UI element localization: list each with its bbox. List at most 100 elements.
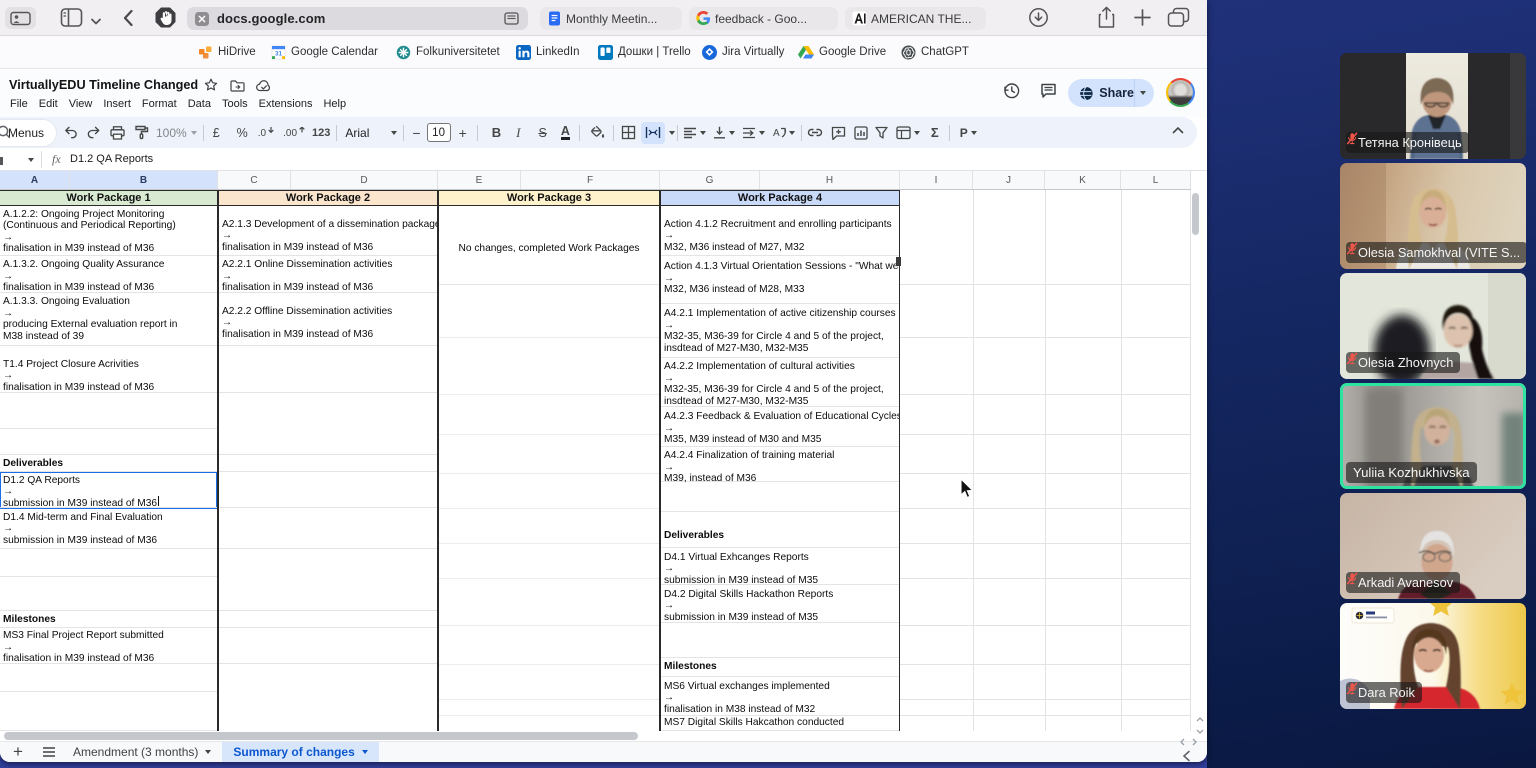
account-avatar[interactable] (1166, 78, 1195, 107)
tab-overview-icon[interactable] (1167, 7, 1190, 33)
sheet-cell[interactable]: T1.4 Project Closure Acrivities→ finalis… (0, 346, 217, 393)
increase-font-size-icon[interactable]: + (459, 125, 467, 141)
menu-tools[interactable]: Tools (222, 98, 248, 110)
bookmark-google-drive[interactable]: Google Drive (798, 43, 886, 61)
column-header-A[interactable]: A (0, 171, 70, 189)
sheet-cell[interactable]: Milestones (661, 658, 899, 677)
sheet-cell[interactable]: A2.2.2 Offline Dissemination activities→… (219, 293, 437, 346)
column-header-F[interactable]: F (521, 171, 660, 189)
bookmark-folkuniversitetet[interactable]: Folkuniversitetet (396, 43, 500, 61)
font-size-value[interactable]: 10 (427, 123, 451, 142)
menu-view[interactable]: View (69, 98, 93, 110)
percent-format-icon[interactable]: % (237, 126, 248, 140)
share-button[interactable]: Share (1068, 79, 1134, 107)
menu-help[interactable]: Help (323, 98, 346, 110)
bookmark-chatgpt[interactable]: ChatGPT (901, 43, 969, 61)
new-tab-icon[interactable] (1133, 8, 1152, 32)
table-views-icon[interactable] (896, 126, 920, 140)
participant-tile[interactable]: Olesia Zhovnych (1340, 273, 1526, 379)
sheet-cell[interactable] (0, 692, 217, 731)
bold-icon[interactable]: B (492, 125, 501, 140)
redo-icon[interactable] (87, 126, 102, 139)
bookmark-trello[interactable]: Дошки | Trello (598, 43, 691, 61)
fill-color-icon[interactable] (589, 125, 605, 140)
participant-tile[interactable]: Arkadi Avanesov (1340, 493, 1526, 599)
column-header-G[interactable]: G (660, 171, 760, 189)
sidebar-chevron-icon[interactable] (90, 13, 102, 31)
merge-cells-icon-active[interactable] (641, 122, 665, 144)
menu-edit[interactable]: Edit (39, 98, 58, 110)
spreadsheet-grid[interactable]: Work Package 1A.1.2.2: Ongoing Project M… (0, 190, 1191, 731)
sheet-cell[interactable] (219, 508, 437, 549)
sheet-cell[interactable] (219, 628, 437, 664)
sheet-cell[interactable] (219, 611, 437, 628)
column-header-C[interactable]: C (218, 171, 291, 189)
currency-format-icon[interactable]: £ (213, 126, 220, 140)
zoom-control[interactable]: 100% (156, 126, 197, 140)
sheet-cell[interactable]: A4.2.4 Finalization of training material… (661, 447, 899, 482)
sheet-cell[interactable]: A.1.2.2: Ongoing Project Monitoring(Cont… (0, 206, 217, 257)
decrease-decimal-icon[interactable]: .0 (258, 127, 275, 139)
participant-tile[interactable]: Тетяна Кронівець (1340, 53, 1526, 159)
bookmark-hidrive[interactable]: HiDrive (198, 43, 256, 61)
menu-format[interactable]: Format (142, 98, 177, 110)
column-header-K[interactable]: K (1045, 171, 1121, 189)
menu-insert[interactable]: Insert (103, 98, 131, 110)
insert-comment-icon[interactable] (831, 126, 846, 140)
comments-icon[interactable] (1040, 82, 1057, 104)
sheet-cell[interactable] (219, 393, 437, 455)
strikethrough-icon[interactable]: S (539, 126, 547, 140)
sheet-cell[interactable] (661, 623, 899, 658)
scroll-right-icon[interactable] (1191, 733, 1198, 751)
print-icon[interactable] (110, 126, 125, 140)
sheet-cell[interactable] (661, 482, 899, 511)
sheet-cell[interactable]: A4.2.2 Implementation of cultural activi… (661, 358, 899, 407)
text-wrap-icon[interactable] (742, 127, 765, 139)
browser-tab-american[interactable]: AMERICAN THE... (845, 7, 986, 30)
sheet-cell[interactable]: Deliverables (661, 512, 899, 548)
insert-chart-icon[interactable] (854, 126, 868, 140)
sheet-cell[interactable]: D4.2 Digital Skills Hackathon Reports→su… (661, 585, 899, 623)
sheet-cell[interactable] (219, 455, 437, 472)
bookmark-google-calendar[interactable]: 31Google Calendar (271, 43, 378, 61)
vertical-scrollbar-thumb[interactable] (1192, 193, 1199, 235)
menu-file[interactable]: File (10, 98, 28, 110)
sheet-cell[interactable]: Milestones (0, 611, 217, 628)
column-header-D[interactable]: D (291, 171, 438, 189)
sheet-cell[interactable] (0, 393, 217, 429)
browser-tab-monthly-meeting[interactable]: Monthly Meetin... (540, 7, 682, 30)
collapse-panel-icon[interactable] (1182, 749, 1191, 762)
more-formats-icon[interactable]: 123 (312, 127, 330, 139)
sheet-cell[interactable] (219, 472, 437, 508)
column-header-B[interactable]: B (70, 171, 218, 189)
menu-data[interactable]: Data (188, 98, 211, 110)
sheet-tab-amendment[interactable]: Amendment (3 months) (62, 742, 222, 763)
name-box-chevron-icon[interactable] (28, 158, 34, 162)
participant-tile[interactable]: Olesia Samokhval (VITE S... (1340, 163, 1526, 269)
collapse-toolbar-icon[interactable] (1172, 126, 1184, 134)
participant-tile[interactable]: Dara Roik (1340, 603, 1526, 709)
column-header-H[interactable]: H (760, 171, 900, 189)
sheet-cell[interactable]: MS7 Digital Skills Hakcathon conducted (661, 716, 899, 731)
cloud-status-icon[interactable] (256, 79, 272, 97)
sheet-cell[interactable]: Action 4.1.2 Recruitment and enrolling p… (661, 206, 899, 257)
sheet-cell[interactable]: MS3 Final Project Report submitted→ fina… (0, 628, 217, 664)
apps-script-icon[interactable]: P (960, 126, 977, 140)
sheet-cell[interactable]: D1.2 QA Reports→submission in M39 instea… (0, 472, 217, 508)
font-family-control[interactable]: Arial (345, 126, 397, 140)
insert-link-icon[interactable] (807, 128, 823, 137)
menu-extensions[interactable]: Extensions (259, 98, 313, 110)
increase-decimal-icon[interactable]: .00 (283, 127, 306, 139)
add-sheet-icon[interactable]: + (0, 742, 36, 762)
sheet-tab-summary[interactable]: Summary of changes (222, 742, 378, 763)
sheet-cell[interactable]: A.1.3.2. Ongoing Quality Assurance→ fina… (0, 256, 217, 293)
sheet-cell[interactable] (0, 577, 217, 611)
column-header-L[interactable]: L (1121, 171, 1191, 189)
reader-view-icon[interactable] (504, 12, 519, 30)
sheet-cell[interactable] (0, 664, 217, 692)
column-header-J[interactable]: J (973, 171, 1045, 189)
browser-tab-feedback[interactable]: feedback - Goo... (689, 7, 838, 30)
vertical-align-icon[interactable] (713, 126, 735, 139)
merge-cells-chevron-icon[interactable] (666, 131, 675, 135)
sheet-tab-menu-icon[interactable] (205, 750, 211, 754)
